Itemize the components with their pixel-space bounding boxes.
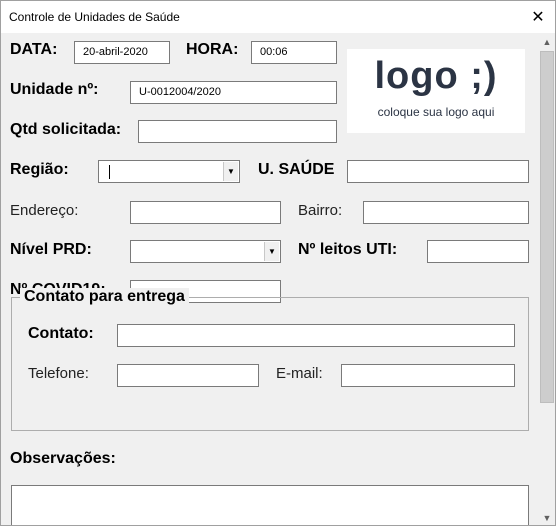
hora-field[interactable]: 00:06 xyxy=(251,41,337,64)
scrollbar-thumb[interactable] xyxy=(540,51,554,403)
contato-label: Contato: xyxy=(28,325,94,342)
qtd-field[interactable] xyxy=(138,120,337,143)
leitos-label: Nº leitos UTI: xyxy=(298,241,398,258)
email-field[interactable] xyxy=(341,364,515,387)
nivel-select[interactable]: ▼ xyxy=(130,240,281,263)
contato-frame-title: Contato para entrega xyxy=(20,288,189,306)
leitos-field[interactable] xyxy=(427,240,529,263)
endereco-label: Endereço: xyxy=(10,202,79,219)
contato-frame: Contato para entrega Contato: Telefone: … xyxy=(11,288,529,431)
usaude-label: U. SAÚDE xyxy=(258,161,335,178)
unidade-field[interactable]: U-0012004/2020 xyxy=(130,81,337,104)
logo-main-text: logo ;) xyxy=(374,55,498,97)
form-client-area: DATA: 20-abril-2020 HORA: 00:06 logo ;) … xyxy=(1,33,555,525)
bairro-field[interactable] xyxy=(363,201,529,224)
observacoes-label: Observações: xyxy=(10,450,116,467)
title-bar: Controle de Unidades de Saúde ✕ xyxy=(1,1,555,33)
window-title: Controle de Unidades de Saúde xyxy=(9,10,180,24)
logo-sub-text: coloque sua logo aqui xyxy=(377,105,495,119)
close-icon: ✕ xyxy=(531,9,545,26)
form-window: Controle de Unidades de Saúde ✕ DATA: 20… xyxy=(0,0,556,526)
hora-label: HORA: xyxy=(186,41,239,58)
qtd-label: Qtd solicitada: xyxy=(10,121,122,138)
close-button[interactable]: ✕ xyxy=(521,1,555,33)
dropdown-arrow-icon[interactable]: ▼ xyxy=(223,162,238,181)
telefone-field[interactable] xyxy=(117,364,259,387)
text-caret xyxy=(109,165,110,179)
logo: logo ;) coloque sua logo aqui xyxy=(347,49,525,133)
data-field[interactable]: 20-abril-2020 xyxy=(74,41,170,64)
endereco-field[interactable] xyxy=(130,201,281,224)
contato-field[interactable] xyxy=(117,324,515,347)
scroll-down-icon[interactable]: ▼ xyxy=(539,509,555,525)
regiao-select[interactable]: ▼ xyxy=(98,160,240,183)
telefone-label: Telefone: xyxy=(28,365,89,382)
dropdown-arrow-icon[interactable]: ▼ xyxy=(264,242,279,261)
bairro-label: Bairro: xyxy=(298,202,343,219)
email-label: E-mail: xyxy=(276,365,323,382)
scroll-up-icon[interactable]: ▲ xyxy=(539,33,555,50)
regiao-label: Região: xyxy=(10,161,69,178)
usaude-field[interactable] xyxy=(347,160,529,183)
unidade-label: Unidade nº: xyxy=(10,81,99,98)
data-label: DATA: xyxy=(10,41,58,58)
observacoes-field[interactable] xyxy=(11,485,529,525)
nivel-label: Nível PRD: xyxy=(10,241,92,258)
vertical-scrollbar[interactable]: ▲ ▼ xyxy=(539,33,555,525)
